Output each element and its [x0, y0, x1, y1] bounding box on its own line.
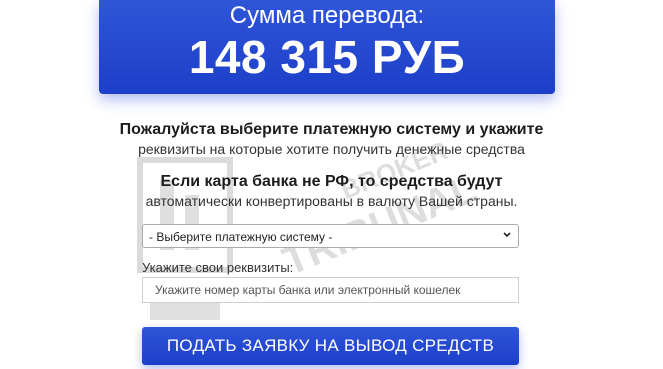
chevron-down-icon — [503, 232, 511, 238]
payment-system-select[interactable]: - Выберите платежную систему - — [142, 224, 519, 248]
instruction-secondary-title: Если карта банка не РФ, то средства буду… — [160, 173, 503, 190]
instruction-primary-subtitle: реквизиты на которые хотите получить ден… — [138, 141, 525, 157]
transfer-amount-value: 148 315 РУБ — [188, 31, 466, 83]
payment-system-selected-value: - Выберите платежную систему - — [149, 230, 333, 244]
instruction-primary: Пожалуйста выберите платежную систему и … — [60, 120, 603, 158]
instruction-primary-title: Пожалуйста выберите платежную систему и … — [119, 121, 544, 138]
instruction-secondary: Если карта банка не РФ, то средства буду… — [60, 172, 603, 210]
requisites-label: Укажите свои реквизиты: — [142, 260, 294, 275]
withdrawal-form-page: Сумма перевода: 148 315 РУБ BROKER TRIBU… — [0, 0, 663, 369]
transfer-amount-label: Сумма перевода: — [229, 2, 425, 29]
requisites-input[interactable] — [142, 277, 519, 303]
transfer-amount-card: Сумма перевода: 148 315 РУБ — [99, 0, 555, 94]
submit-withdrawal-button[interactable]: ПОДАТЬ ЗАЯВКУ НА ВЫВОД СРЕДСТВ — [142, 327, 519, 365]
instruction-secondary-subtitle: автоматически конвертированы в валюту Ва… — [145, 193, 518, 209]
